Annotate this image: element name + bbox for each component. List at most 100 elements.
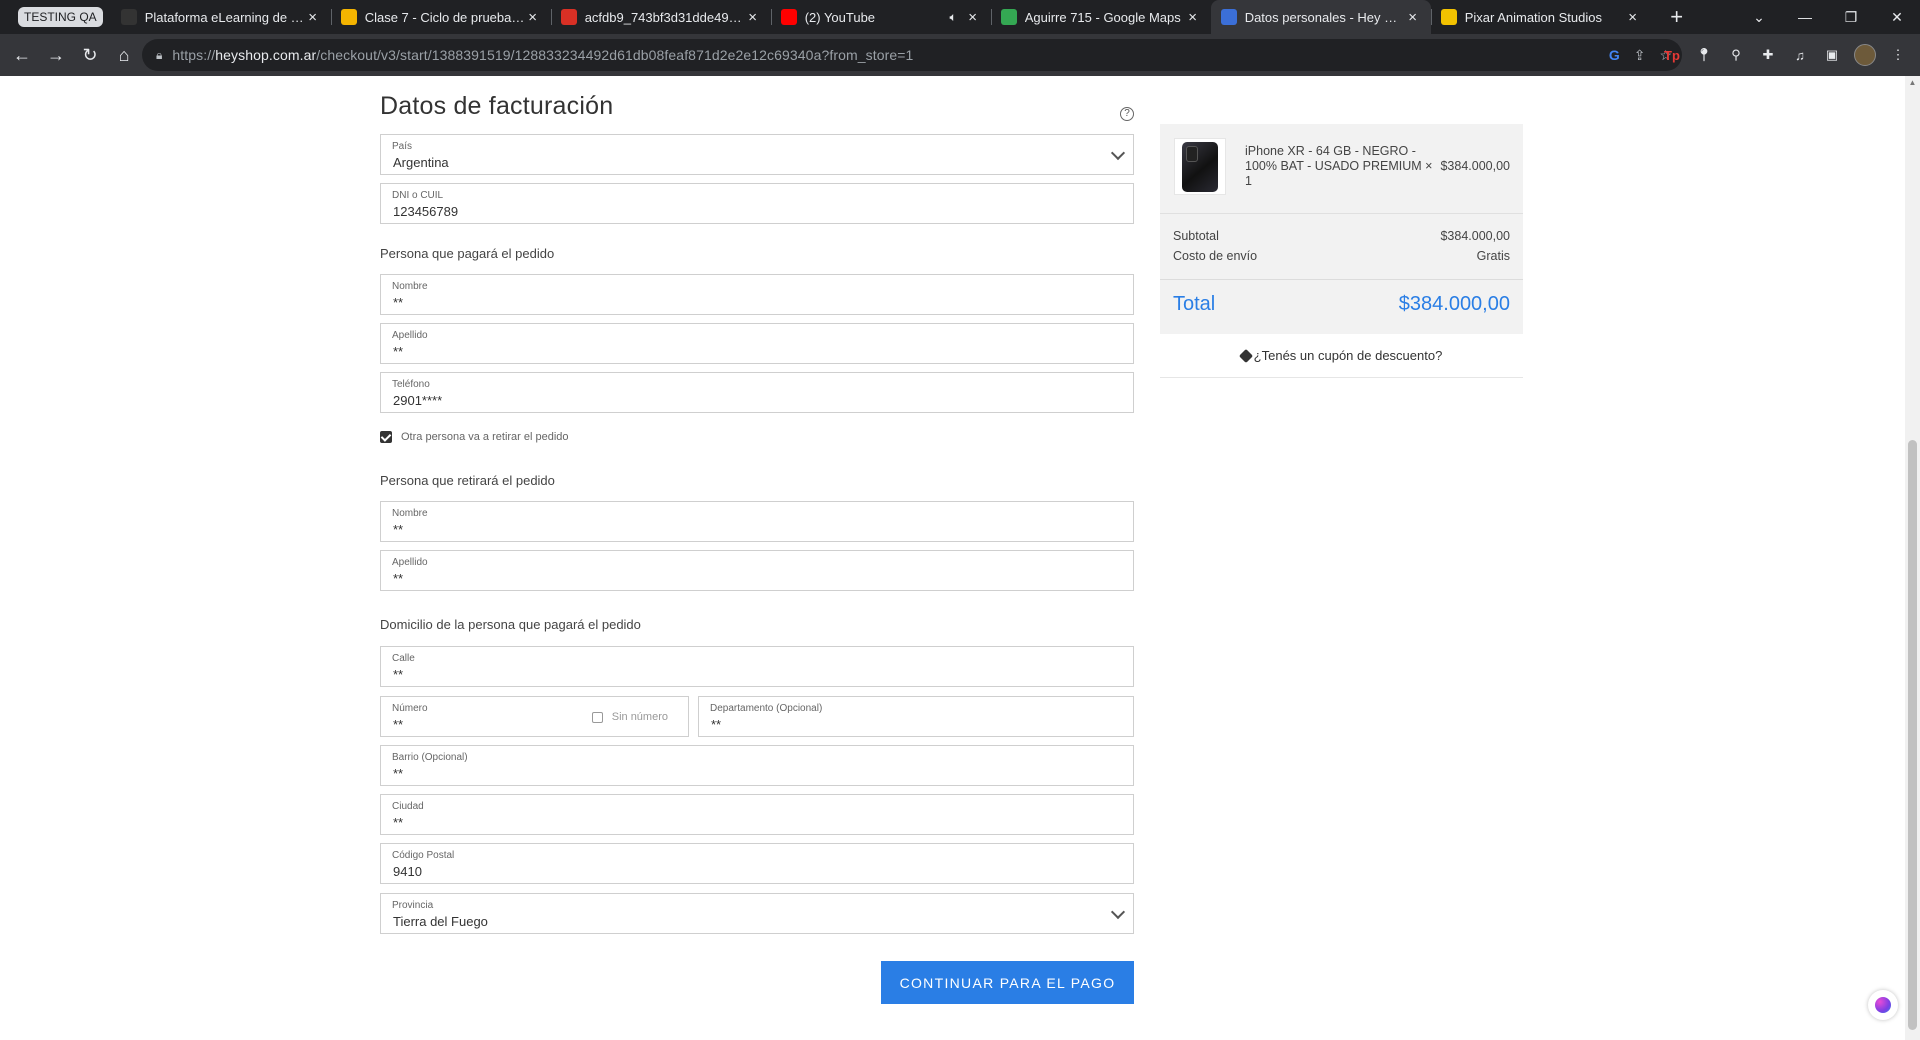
subtotal-row: Subtotal $384.000,00	[1173, 229, 1510, 243]
continue-to-payment-button[interactable]: CONTINUAR PARA EL PAGO	[881, 961, 1134, 1004]
payer-first-name-label: Nombre	[392, 281, 428, 292]
new-tab-button[interactable]: +	[1663, 4, 1691, 30]
browser-tab-strip: TESTING QA Plataforma eLearning de Coc × C…	[0, 0, 1920, 34]
pickup-first-name-field[interactable]: Nombre **	[380, 501, 1134, 542]
close-window-icon[interactable]: ✕	[1874, 9, 1920, 26]
browser-tab[interactable]: Plataforma eLearning de Coc ×	[111, 0, 331, 34]
browser-tab[interactable]: Aguirre 715 - Google Maps ×	[990, 0, 1211, 34]
province-select[interactable]: Provincia Tierra del Fuego	[380, 893, 1134, 934]
tab-title: Plataforma eLearning de Coc	[144, 9, 305, 25]
minimize-icon[interactable]: —	[1782, 9, 1828, 25]
close-icon[interactable]: ×	[745, 9, 761, 26]
close-icon[interactable]: ×	[305, 9, 321, 26]
dni-field[interactable]: DNI o CUIL 123456789	[380, 183, 1134, 224]
share-icon[interactable]: ⇪	[1634, 47, 1646, 64]
close-icon[interactable]: ×	[1625, 9, 1641, 26]
menu-kebab-icon[interactable]: ⋮	[1888, 45, 1908, 65]
apartment-field[interactable]: Departamento (Opcional) **	[698, 696, 1134, 737]
tab-search-icon[interactable]: ⌄	[1736, 9, 1782, 26]
city-value: **	[393, 815, 404, 830]
coupon-label: ¿Tenés un cupón de descuento?	[1253, 348, 1443, 363]
province-value: Tierra del Fuego	[393, 914, 488, 929]
postal-code-value: 9410	[393, 864, 422, 879]
browser-tab[interactable]: Datos personales - Hey Shop ×	[1210, 0, 1431, 34]
payer-first-name-field[interactable]: Nombre **	[380, 274, 1134, 315]
tab-title: Clase 7 - Ciclo de pruebas - I	[364, 9, 525, 25]
browser-tab[interactable]: Clase 7 - Ciclo de pruebas - I ×	[330, 0, 551, 34]
chevron-down-icon	[1110, 904, 1126, 920]
dni-value: 123456789	[393, 204, 459, 219]
tab-title: Pixar Animation Studios	[1464, 9, 1602, 25]
order-summary-box: iPhone XR - 64 GB - NEGRO - 100% BAT - U…	[1160, 124, 1523, 334]
postal-code-field[interactable]: Código Postal 9410	[380, 843, 1134, 884]
extension-pin-icon[interactable]: 📍︎	[1694, 45, 1714, 65]
no-number-checkbox-row[interactable]: Sin número	[591, 711, 668, 723]
home-icon[interactable]: ⌂	[108, 39, 140, 71]
reload-icon[interactable]: ↻	[74, 39, 106, 71]
tab-title: Aguirre 715 - Google Maps	[1024, 9, 1181, 25]
browser-tab[interactable]: Pixar Animation Studios ×	[1430, 0, 1651, 34]
tab-title: acfdb9_743bf3d31dde49578	[584, 9, 745, 25]
pixar-icon	[1440, 9, 1457, 25]
payer-phone-field[interactable]: Teléfono 2901****	[380, 372, 1134, 413]
browser-tab[interactable]: (2) YouTube 🔈︎ ×	[770, 0, 991, 34]
pickup-last-name-field[interactable]: Apellido **	[380, 550, 1134, 591]
help-icon[interactable]: ?	[1120, 107, 1134, 121]
google-lens-icon[interactable]: G	[1609, 47, 1620, 63]
neighborhood-value: **	[393, 766, 404, 781]
section-address: Domicilio de la persona que pagará el pe…	[380, 617, 641, 632]
order-summary: iPhone XR - 64 GB - NEGRO - 100% BAT - U…	[1160, 124, 1523, 378]
product-name: iPhone XR - 64 GB - NEGRO - 100% BAT - U…	[1245, 144, 1433, 188]
pickup-last-name-label: Apellido	[392, 557, 428, 568]
browser-tab[interactable]: acfdb9_743bf3d31dde49578 ×	[550, 0, 771, 34]
forward-icon[interactable]: →	[40, 39, 72, 71]
page-scrollbar[interactable]: ▲	[1905, 76, 1920, 1040]
product-image	[1174, 138, 1226, 195]
other-person-checkbox[interactable]	[380, 431, 392, 443]
window-controls: ⌄ — ❐ ✕	[1736, 0, 1920, 34]
scrollbar-thumb[interactable]	[1908, 440, 1917, 1030]
lock-icon[interactable]: 🔒︎	[156, 48, 162, 63]
extension-tp-icon[interactable]: Tp	[1662, 45, 1682, 65]
street-field[interactable]: Calle **	[380, 646, 1134, 687]
neighborhood-label: Barrio (Opcional)	[392, 752, 468, 763]
coupon-link[interactable]: ¿Tenés un cupón de descuento?	[1160, 334, 1523, 378]
cd-icon	[120, 9, 137, 25]
close-icon[interactable]: ×	[525, 9, 541, 26]
payer-first-name-value: **	[393, 295, 404, 310]
slides-icon	[340, 9, 357, 25]
media-control-icon[interactable]: ♫	[1790, 45, 1810, 65]
close-icon[interactable]: ×	[1185, 9, 1201, 26]
restore-icon[interactable]: ❐	[1828, 9, 1874, 26]
address-bar[interactable]: 🔒︎ https://heyshop.com.ar/checkout/v3/st…	[142, 39, 1682, 71]
no-number-checkbox[interactable]	[591, 711, 603, 723]
phone-image	[1182, 141, 1218, 192]
extensions-icon[interactable]: ✚	[1758, 45, 1778, 65]
neighborhood-field[interactable]: Barrio (Opcional) **	[380, 745, 1134, 786]
scroll-up-arrow-icon[interactable]: ▲	[1905, 78, 1920, 87]
close-icon[interactable]: ×	[1405, 9, 1421, 26]
profile-avatar[interactable]	[1854, 44, 1876, 66]
country-select[interactable]: País Argentina	[380, 134, 1134, 175]
youtube-icon	[780, 9, 797, 25]
other-person-checkbox-row[interactable]: Otra persona va a retirar el pedido	[380, 431, 569, 443]
extension-puzzle-user-icon[interactable]: ⚲	[1726, 45, 1746, 65]
close-icon[interactable]: ×	[965, 9, 981, 26]
shipping-label: Costo de envío	[1173, 249, 1258, 263]
section-payer: Persona que pagará el pedido	[380, 246, 555, 261]
city-label: Ciudad	[392, 801, 424, 812]
other-person-label: Otra persona va a retirar el pedido	[401, 431, 569, 443]
country-label: País	[392, 141, 413, 152]
total-label: Total	[1173, 293, 1216, 315]
browser-toolbar: ← → ↻ ⌂ 🔒︎ https://heyshop.com.ar/checko…	[0, 34, 1920, 76]
tab-title: (2) YouTube	[804, 9, 876, 25]
payer-phone-value: 2901****	[393, 393, 443, 408]
assistant-bubble-icon[interactable]	[1868, 990, 1898, 1020]
speaker-icon[interactable]: 🔈︎	[949, 10, 956, 25]
payer-last-name-field[interactable]: Apellido **	[380, 323, 1134, 364]
city-field[interactable]: Ciudad **	[380, 794, 1134, 835]
street-number-field[interactable]: Número ** Sin número	[380, 696, 689, 737]
side-panel-icon[interactable]: ▣	[1822, 45, 1842, 65]
tab-group-label[interactable]: TESTING QA	[18, 7, 103, 27]
back-icon[interactable]: ←	[6, 39, 38, 71]
